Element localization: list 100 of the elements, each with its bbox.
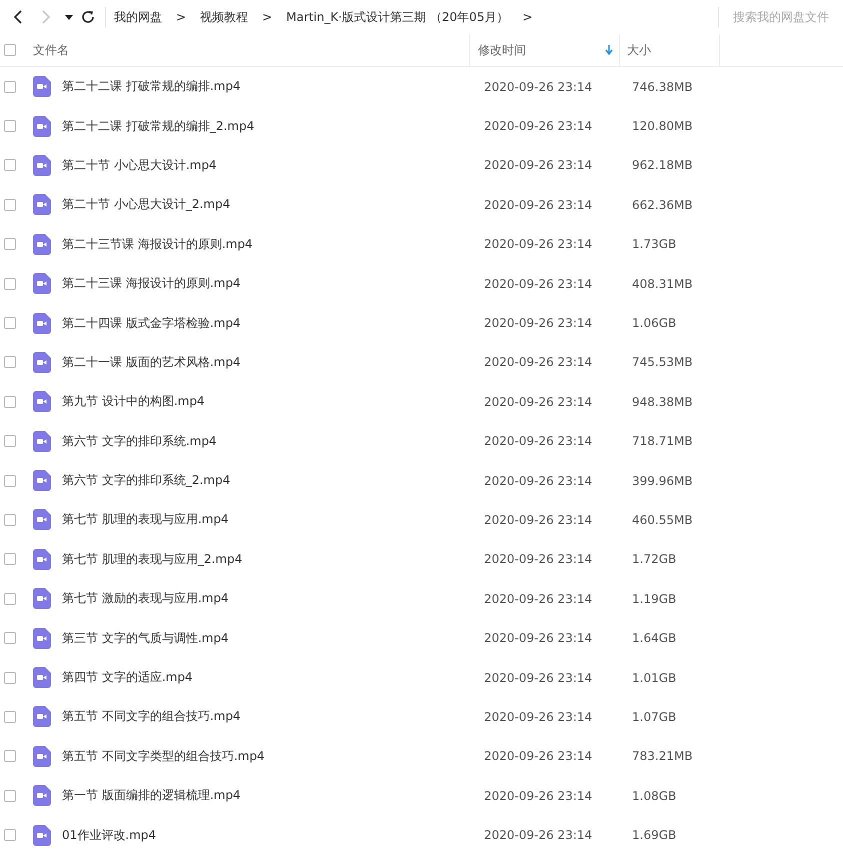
- file-size: 745.53MB: [632, 355, 693, 370]
- modified-time: 2020-09-26 23:14: [484, 828, 594, 842]
- chevron-left-icon: [13, 10, 23, 24]
- modified-time: 2020-09-26 23:14: [484, 474, 594, 488]
- file-name[interactable]: 第二十三课 海报设计的原则.mp4: [62, 275, 241, 292]
- modified-time: 2020-09-26 23:14: [484, 749, 594, 764]
- row-checkbox[interactable]: [4, 710, 16, 723]
- file-name[interactable]: 第二十四课 版式金字塔检验.mp4: [62, 314, 241, 332]
- file-size: 948.38MB: [632, 394, 693, 409]
- row-checkbox[interactable]: [4, 474, 16, 487]
- file-name[interactable]: 第二十三节课 海报设计的原则.mp4: [62, 236, 253, 253]
- row-checkbox[interactable]: [4, 514, 16, 526]
- breadcrumb-separator: >: [176, 10, 186, 24]
- file-name[interactable]: 第五节 不同文字类型的组合技巧.mp4: [62, 748, 265, 765]
- row-checkbox[interactable]: [4, 829, 16, 842]
- video-file-icon: [33, 116, 51, 137]
- row-checkbox[interactable]: [4, 159, 16, 172]
- file-size: 662.36MB: [632, 198, 693, 212]
- breadcrumb-separator: >: [522, 10, 533, 24]
- video-file-icon: [33, 273, 51, 294]
- refresh-icon[interactable]: [81, 10, 95, 24]
- video-file-icon: [33, 312, 51, 334]
- row-checkbox[interactable]: [4, 435, 16, 448]
- file-name[interactable]: 第二十二课 打破常规的编排.mp4: [62, 78, 241, 96]
- chevron-right-icon: [41, 10, 51, 24]
- row-checkbox[interactable]: [4, 672, 16, 684]
- row-checkbox[interactable]: [4, 790, 16, 802]
- file-size: 1.19GB: [632, 592, 676, 606]
- breadcrumb-link[interactable]: Martin_K·版式设计第三期 （20年05月）: [286, 8, 508, 26]
- file-size: 120.80MB: [632, 119, 693, 134]
- modified-time: 2020-09-26 23:14: [484, 394, 594, 409]
- file-name[interactable]: 第二十一课 版面的艺术风格.mp4: [62, 354, 241, 371]
- breadcrumb-link[interactable]: 视频教程: [200, 8, 248, 26]
- row-checkbox[interactable]: [4, 80, 16, 93]
- file-name[interactable]: 第四节 文字的适应.mp4: [62, 669, 193, 686]
- sort-down-icon: [605, 45, 613, 55]
- file-name[interactable]: 01作业评改.mp4: [62, 826, 156, 844]
- file-name[interactable]: 第六节 文字的排印系统.mp4: [62, 432, 217, 450]
- modified-time: 2020-09-26 23:14: [484, 592, 594, 606]
- dropdown-caret-icon[interactable]: [65, 14, 73, 20]
- video-file-icon: [33, 824, 51, 846]
- file-name[interactable]: 第五节 不同文字的组合技巧.mp4: [62, 708, 241, 726]
- video-file-icon: [33, 746, 51, 767]
- file-size: 1.72GB: [632, 552, 676, 566]
- row-checkbox[interactable]: [4, 396, 16, 408]
- file-name[interactable]: 第二十节 小心思大设计_2.mp4: [62, 196, 230, 214]
- video-file-icon: [33, 785, 51, 806]
- file-size: 1.07GB: [632, 710, 676, 724]
- file-size: 1.01GB: [632, 670, 676, 685]
- file-name[interactable]: 第七节 肌理的表现与应用.mp4: [62, 511, 229, 528]
- breadcrumb-separator: >: [262, 10, 272, 24]
- video-file-icon: [33, 430, 51, 452]
- column-header[interactable]: 大小: [620, 34, 720, 66]
- file-size: 399.96MB: [632, 474, 693, 488]
- video-file-icon: [33, 470, 51, 492]
- file-size: 1.64GB: [632, 631, 676, 646]
- file-size: 783.21MB: [632, 749, 693, 764]
- breadcrumb-link[interactable]: 我的网盘: [114, 8, 162, 26]
- modified-time: 2020-09-26 23:14: [484, 316, 594, 330]
- file-name[interactable]: 第九节 设计中的构图.mp4: [62, 393, 205, 410]
- file-name[interactable]: 第七节 激励的表现与应用.mp4: [62, 590, 229, 608]
- row-checkbox[interactable]: [4, 632, 16, 644]
- modified-time: 2020-09-26 23:14: [484, 552, 594, 566]
- row-checkbox[interactable]: [4, 553, 16, 566]
- modified-time: 2020-09-26 23:14: [484, 158, 594, 172]
- modified-time: 2020-09-26 23:14: [484, 788, 594, 803]
- modified-time: 2020-09-26 23:14: [484, 710, 594, 724]
- select-all-checkbox[interactable]: [4, 44, 16, 56]
- file-name[interactable]: 第六节 文字的排印系统_2.mp4: [62, 472, 230, 490]
- video-file-icon: [33, 509, 51, 530]
- video-file-icon: [33, 352, 51, 373]
- file-size: 1.08GB: [632, 788, 676, 803]
- row-checkbox[interactable]: [4, 317, 16, 330]
- modified-time: 2020-09-26 23:14: [484, 80, 594, 94]
- video-file-icon: [33, 76, 51, 98]
- row-checkbox[interactable]: [4, 198, 16, 211]
- row-checkbox[interactable]: [4, 750, 16, 762]
- video-file-icon: [33, 391, 51, 412]
- file-size: 962.18MB: [632, 158, 693, 172]
- video-file-icon: [33, 548, 51, 570]
- row-checkbox[interactable]: [4, 238, 16, 250]
- modified-time: 2020-09-26 23:14: [484, 119, 594, 134]
- modified-time: 2020-09-26 23:14: [484, 355, 594, 370]
- row-checkbox[interactable]: [4, 278, 16, 290]
- video-file-icon: [33, 194, 51, 216]
- file-name[interactable]: 第二十二课 打破常规的编排_2.mp4: [62, 118, 254, 135]
- video-file-icon: [33, 706, 51, 728]
- video-file-icon: [33, 628, 51, 649]
- row-checkbox[interactable]: [4, 356, 16, 368]
- file-name[interactable]: 第七节 肌理的表现与应用_2.mp4: [62, 550, 242, 568]
- modified-time: 2020-09-26 23:14: [484, 631, 594, 646]
- modified-time: 2020-09-26 23:14: [484, 198, 594, 212]
- file-name[interactable]: 第三节 文字的气质与调性.mp4: [62, 630, 229, 647]
- row-checkbox[interactable]: [4, 592, 16, 605]
- column-header[interactable]: 修改时间: [470, 34, 620, 66]
- column-header[interactable]: 文件名: [28, 34, 470, 66]
- file-name[interactable]: 第一节 版面编排的逻辑梳理.mp4: [62, 787, 241, 804]
- file-size: 1.69GB: [632, 828, 676, 842]
- file-name[interactable]: 第二十节 小心思大设计.mp4: [62, 156, 217, 174]
- row-checkbox[interactable]: [4, 120, 16, 132]
